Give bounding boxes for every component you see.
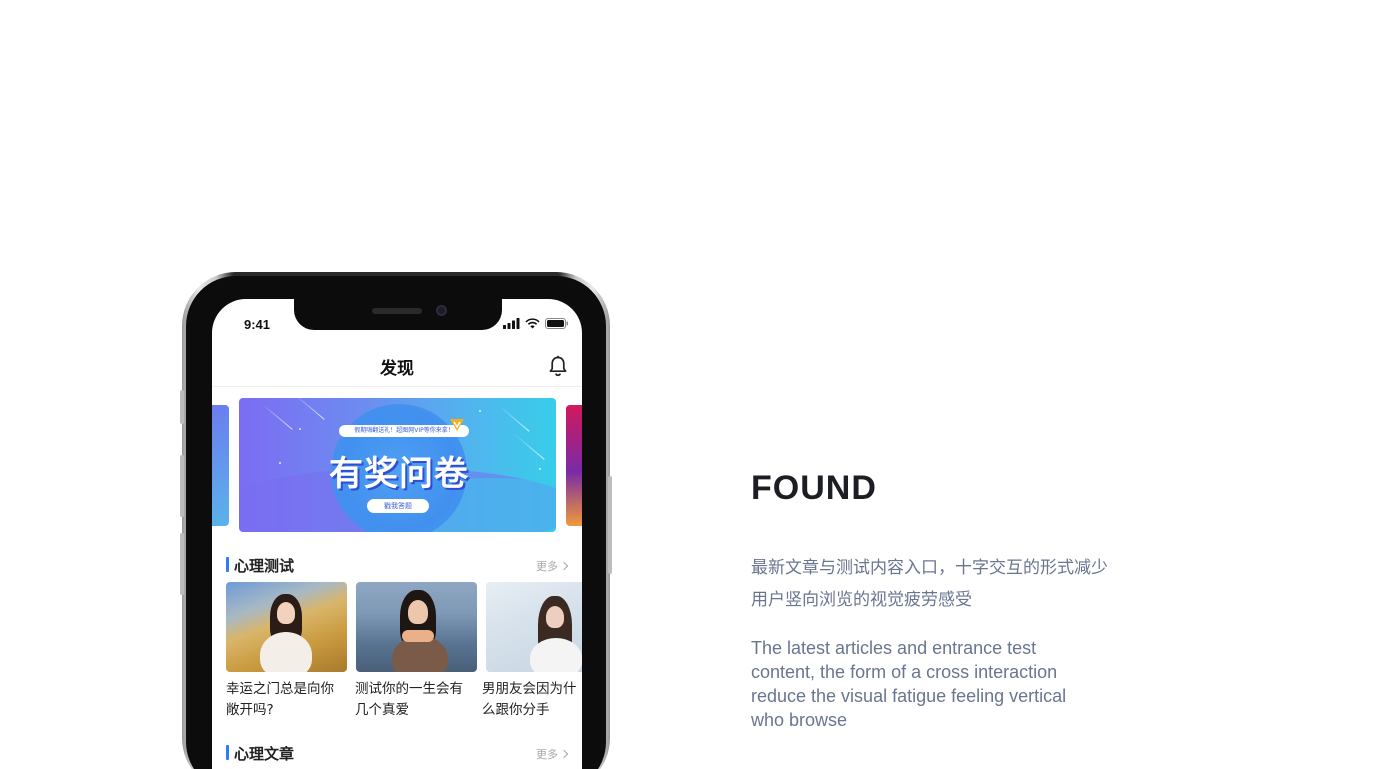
- test-card-image[interactable]: [226, 582, 347, 672]
- test-card-title[interactable]: 男朋友会因为什么跟你分手: [482, 679, 582, 721]
- card-person-body: [530, 638, 582, 672]
- bell-icon[interactable]: [548, 355, 568, 377]
- earpiece-speaker: [372, 308, 422, 314]
- volume-up-button: [180, 455, 184, 517]
- chevron-right-icon: [559, 749, 569, 759]
- front-camera: [436, 305, 447, 316]
- feature-description-chinese: 最新文章与测试内容入口，十字交互的形式减少用户竖向浏览的视觉疲劳感受: [751, 558, 1108, 610]
- feature-description-english: The latest articles and entrance test co…: [751, 638, 1067, 730]
- card-person-face: [277, 602, 295, 624]
- banner-streak: [513, 433, 545, 460]
- volume-down-button: [180, 533, 184, 595]
- banner-star: [279, 462, 281, 464]
- banner-streak: [293, 398, 325, 420]
- section-accent-bar: [226, 745, 229, 760]
- status-time: 9:41: [244, 317, 271, 332]
- page-title: 发现: [380, 359, 414, 379]
- chevron-right-icon: [559, 561, 569, 571]
- card-person-body: [260, 632, 312, 672]
- signal-icon: [503, 317, 520, 329]
- banner-star: [479, 410, 481, 412]
- vip-badge-icon: [450, 419, 464, 431]
- banner-slide[interactable]: 假期嗨翻送礼！超图网VIP等你来拿！ 有奖问卷 戳我答题: [239, 398, 556, 532]
- section-accent-bar: [226, 557, 229, 572]
- more-link-articles[interactable]: 更多: [536, 746, 569, 762]
- banner-cta-button[interactable]: 戳我答题: [367, 499, 429, 513]
- test-card-image[interactable]: [486, 582, 582, 672]
- power-button: [608, 476, 612, 574]
- card-person-face: [408, 600, 428, 624]
- banner-star: [299, 428, 301, 430]
- battery-icon: [545, 317, 568, 329]
- card-person-face: [546, 606, 564, 628]
- more-link-tests[interactable]: 更多: [536, 558, 569, 574]
- test-card-title[interactable]: 测试你的一生会有几个真爱: [355, 679, 475, 721]
- mute-switch: [180, 390, 184, 424]
- banner-star: [539, 468, 541, 470]
- more-label: 更多: [536, 748, 558, 761]
- card-headphones: [402, 630, 434, 642]
- wifi-icon: [525, 317, 540, 328]
- section-title-articles: 心理文章: [234, 745, 295, 763]
- section-title-tests: 心理测试: [234, 557, 295, 575]
- banner-streak: [261, 403, 293, 430]
- banner-next-peek[interactable]: [566, 405, 582, 526]
- more-label: 更多: [536, 560, 558, 573]
- phone-notch: [294, 299, 502, 330]
- nav-divider: [212, 386, 582, 387]
- test-card-title[interactable]: 幸运之门总是向你敞开吗?: [226, 679, 346, 721]
- banner-prev-peek[interactable]: [212, 405, 229, 526]
- test-card-image[interactable]: [356, 582, 477, 672]
- banner-streak: [498, 405, 530, 432]
- banner-title: 有奖问卷: [329, 454, 469, 494]
- status-icons: [503, 316, 569, 330]
- feature-heading: FOUND: [751, 469, 877, 507]
